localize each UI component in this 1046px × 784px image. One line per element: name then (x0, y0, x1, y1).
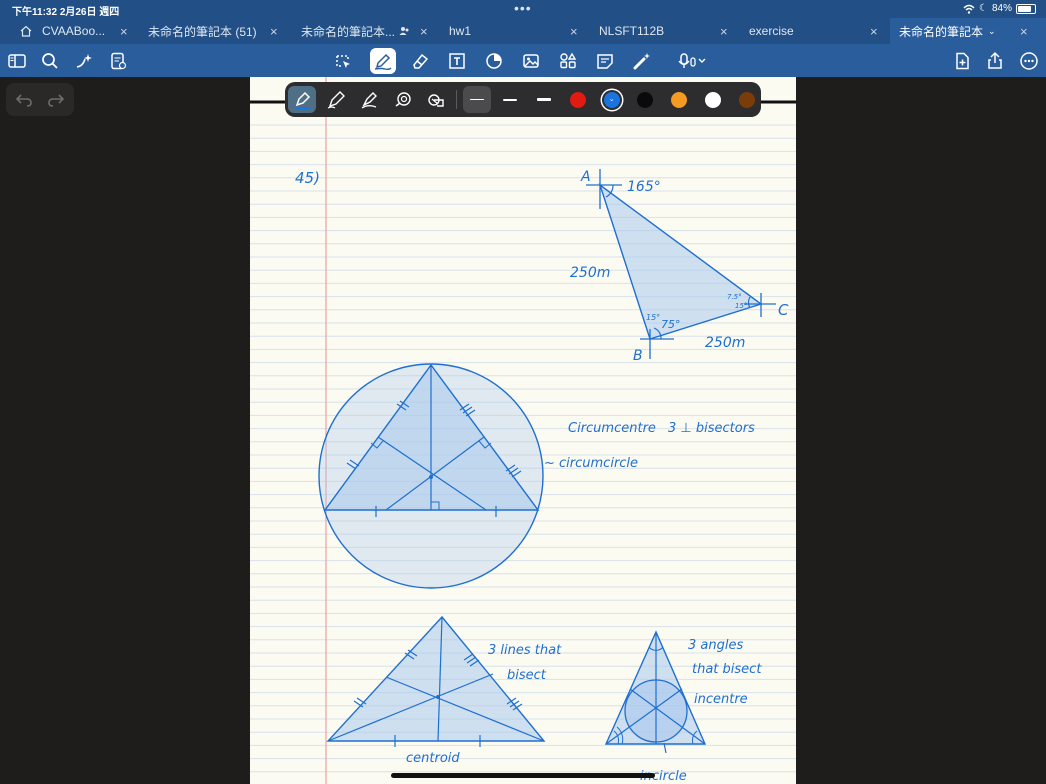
tab-label: exercise (749, 24, 794, 38)
color-swatch[interactable] (704, 92, 721, 108)
sticky-note-icon[interactable] (592, 48, 618, 74)
tab-close-icon[interactable]: × (1020, 24, 1028, 39)
chevron-down-icon: ⌄ (608, 96, 615, 103)
angle-7-5-label: 7.5° (727, 293, 742, 301)
sparkle-icon[interactable] (71, 48, 97, 74)
color-swatch[interactable] (671, 92, 688, 108)
tab-label: 未命名的筆記本 (899, 24, 984, 39)
image-icon[interactable] (518, 48, 544, 74)
incentre-label: incentre (694, 692, 748, 707)
shapes-icon[interactable] (481, 48, 507, 74)
more-icon[interactable] (1016, 48, 1042, 74)
home-icon[interactable] (20, 25, 32, 37)
palette-divider (456, 90, 457, 109)
status-time: 下午11:32 2月26日 週四 (12, 7, 120, 18)
tab-label: NLSFT112B (599, 24, 665, 38)
tab-bar: CVAABoo... × 未命名的筆記本 (51) × 未命名的筆記本... ×… (0, 18, 1046, 44)
chevron-down-icon[interactable]: ⌄ (988, 26, 996, 37)
stroke-thick[interactable] (530, 86, 558, 113)
undo-redo-group (6, 83, 74, 116)
side-ab-label: 250m (570, 265, 610, 281)
that-bisect-label: that bisect (692, 662, 762, 677)
status-bar: 下午11:32 2月26日 週四 ••• ☾ 84% (0, 0, 1046, 18)
stroke-thin[interactable] (463, 86, 491, 113)
laser-pointer-icon[interactable] (629, 48, 655, 74)
angle-75-label: 75° (661, 318, 681, 331)
handwriting-canvas[interactable]: 45) A B C 165° 250m 250m 75° 15° 7.5° 15… (250, 77, 796, 784)
home-indicator[interactable] (391, 773, 655, 778)
angle-b15-label: 15° (735, 302, 747, 310)
stroke-medium[interactable] (496, 86, 524, 113)
question-number: 45) (295, 169, 320, 187)
pen-tools-palette: ⌄ (285, 82, 761, 117)
tab-label: 未命名的筆記本... (301, 24, 396, 39)
tab-label: 未命名的筆記本 (51) (148, 24, 257, 39)
tab-2[interactable]: 未命名的筆記本... × (290, 18, 440, 44)
tab-4[interactable]: NLSFT112B × (590, 18, 740, 44)
color-swatch[interactable] (738, 92, 755, 108)
redo-icon[interactable] (46, 90, 66, 110)
tab-close-icon[interactable]: × (420, 24, 428, 39)
textbox-icon[interactable] (444, 48, 470, 74)
three-angles-label: 3 angles (688, 638, 743, 653)
tab-0[interactable]: CVAABoo... × (0, 18, 140, 44)
color-swatch[interactable]: ⌄ (603, 92, 620, 108)
tab-label: hw1 (449, 24, 472, 38)
tab-close-icon[interactable]: × (720, 24, 728, 39)
tab-5[interactable]: exercise × (740, 18, 890, 44)
tab-1[interactable]: 未命名的筆記本 (51) × (140, 18, 290, 44)
shape-recognition-icon[interactable] (389, 86, 417, 113)
vertex-b-label: B (633, 348, 643, 364)
battery-percent: 84% (991, 3, 1012, 14)
lasso-icon[interactable] (330, 48, 356, 74)
circumcircle-figure (318, 363, 544, 589)
tab-3[interactable]: hw1 × (440, 18, 590, 44)
tab-6[interactable]: 未命名的筆記本 ⌄ × (890, 18, 1046, 44)
notebook-page[interactable]: 45) A B C 165° 250m 250m 75° 15° 7.5° 15… (250, 77, 796, 784)
angle-15-label: 15° (646, 313, 660, 322)
fountain-pen-icon[interactable] (288, 86, 316, 113)
main-toolbar (0, 44, 1046, 77)
ball-pen-icon[interactable] (322, 86, 350, 113)
three-lines-label: 3 lines that (488, 643, 562, 658)
search-icon[interactable] (37, 48, 63, 74)
status-right: ☾ 84% (963, 3, 1036, 14)
tape-icon[interactable] (422, 86, 450, 113)
tab-close-icon[interactable]: × (870, 24, 878, 39)
elements-icon[interactable] (555, 48, 581, 74)
add-page-icon[interactable] (949, 48, 975, 74)
circumcentre-label: Circumcentre (568, 421, 656, 436)
share-icon[interactable] (982, 48, 1008, 74)
centroid-label: centroid (406, 751, 460, 766)
color-swatch[interactable] (570, 92, 586, 108)
tab-close-icon[interactable]: × (120, 24, 128, 39)
color-swatch[interactable] (637, 92, 654, 108)
shared-people-icon (399, 27, 409, 35)
multitask-dots-icon[interactable]: ••• (514, 0, 532, 16)
side-bc-label: 250m (705, 335, 745, 351)
vertex-c-label: C (778, 301, 789, 319)
tab-close-icon[interactable]: × (570, 24, 578, 39)
brush-pen-icon[interactable] (355, 86, 383, 113)
perp-bisectors-label: 3 ⊥ bisectors (668, 421, 755, 436)
sidebar-icon[interactable] (4, 48, 30, 74)
bisect-label: bisect (507, 668, 547, 683)
moon-icon: ☾ (979, 3, 988, 14)
battery-icon (1016, 3, 1036, 14)
microphone-icon[interactable] (672, 48, 712, 74)
triangle-abc (586, 169, 776, 359)
undo-icon[interactable] (14, 90, 34, 110)
angle-165-label: 165° (627, 179, 661, 195)
eraser-icon[interactable] (407, 48, 433, 74)
vertex-a-label: A (580, 169, 591, 185)
pen-icon[interactable] (370, 48, 396, 74)
tab-close-icon[interactable]: × (270, 24, 278, 39)
wifi-icon (963, 4, 975, 14)
tab-label: CVAABoo... (42, 24, 106, 38)
notes-settings-icon[interactable] (105, 48, 131, 74)
circumcircle-label: ~ circumcircle (544, 456, 638, 471)
app-window: 下午11:32 2月26日 週四 ••• ☾ 84% CVAABoo... × … (0, 0, 1046, 784)
